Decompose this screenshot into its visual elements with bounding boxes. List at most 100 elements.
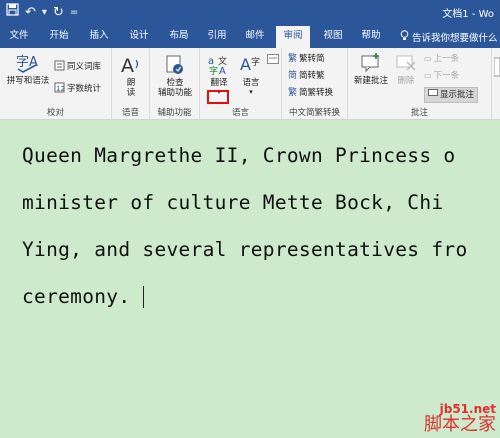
language-dropdown-icon[interactable]: ▾ xyxy=(236,88,266,96)
group-chinese-conversion: 繁 繁转简 简 简转繁 繁 简繁转换 中文简繁转换 xyxy=(282,48,348,120)
show-comments-icon xyxy=(428,89,438,101)
delete-comment-icon xyxy=(395,52,417,74)
svg-text:A: A xyxy=(121,55,134,76)
check-accessibility-label-2: 辅助功能 xyxy=(157,88,192,98)
undo-dropdown-icon[interactable]: ▾ xyxy=(42,4,47,22)
tab-help[interactable]: 帮助 xyxy=(356,28,386,48)
new-comment-button[interactable]: 新建批注 xyxy=(350,52,392,86)
traditional-icon: 繁 xyxy=(288,54,298,64)
simplified-icon: 简 xyxy=(288,71,298,81)
thesaurus-icon xyxy=(54,60,65,74)
word-count-label: 字数统计 xyxy=(67,84,102,94)
next-comment-icon: ▭ xyxy=(424,71,432,80)
track-changes-partial-icon[interactable] xyxy=(493,56,500,81)
new-comment-icon xyxy=(359,52,383,74)
previous-comment-icon: ▭ xyxy=(424,54,432,63)
simplified-to-traditional-button[interactable]: 简 简转繁 xyxy=(288,71,325,81)
check-accessibility-label-1: 检查 xyxy=(166,78,184,88)
group-label-language: 语言 xyxy=(231,108,249,118)
document-title: 文档1 - Wo xyxy=(442,9,494,20)
conversion-label: 简繁转换 xyxy=(299,88,334,98)
doc-line-3[interactable]: Ying, and several representatives fro xyxy=(22,238,467,261)
tab-file[interactable]: 文件 xyxy=(4,28,34,48)
lightbulb-icon xyxy=(400,30,409,44)
text-caret xyxy=(143,286,144,308)
tab-design[interactable]: 设计 xyxy=(124,28,154,48)
group-comments: 新建批注 删除 ▭ 上一条 ▭ 下一条 显示批注 批注 xyxy=(348,48,492,120)
doc-line-1[interactable]: Queen Margrethe II, Crown Princess o xyxy=(22,144,455,167)
group-accessibility: 检查 辅助功能 辅助功能 xyxy=(150,48,200,120)
svg-text:A: A xyxy=(219,66,226,76)
next-comment-label: 下一条 xyxy=(433,71,460,81)
tab-home[interactable]: 开始 xyxy=(44,28,74,48)
language-button[interactable]: A字 语言 ▾ xyxy=(236,54,266,96)
group-language: a文字A 翻译 ▾ A字 语言 ▾ 语言 xyxy=(200,48,282,120)
svg-text:字: 字 xyxy=(251,56,260,68)
tab-review[interactable]: 审阅 xyxy=(276,26,310,48)
conversion-button[interactable]: 繁 简繁转换 xyxy=(288,88,333,98)
language-icon: A字 xyxy=(239,54,263,76)
tab-references[interactable]: 引用 xyxy=(202,28,232,48)
quick-access-toolbar: ↶ ▾ ↻ = xyxy=(6,3,78,22)
delete-comment-label: 删除 xyxy=(397,76,415,86)
title-bar: ↶ ▾ ↻ = 文档1 - Wo xyxy=(0,0,500,24)
spelling-icon: 字A xyxy=(14,52,42,74)
read-aloud-label-1: 朗 xyxy=(126,78,136,88)
group-label-chinese-conversion: 中文简繁转换 xyxy=(288,108,340,118)
translate-icon: a文字A xyxy=(207,54,231,77)
group-label-speech: 语音 xyxy=(121,108,139,118)
accessibility-check-icon xyxy=(164,54,186,76)
previous-comment-button[interactable]: ▭ 上一条 xyxy=(424,54,459,64)
customize-qat-icon[interactable]: = xyxy=(70,4,78,22)
spelling-label: 拼写和语法 xyxy=(6,76,50,86)
thesaurus-button[interactable]: 同义词库 xyxy=(54,60,101,74)
ribbon-review: 字A 拼写和语法 同义词库 123 字数统计 校对 A 朗 读 语音 xyxy=(0,48,500,120)
doc-line-4[interactable]: ceremony. xyxy=(22,285,130,308)
group-label-accessibility: 辅助功能 xyxy=(157,108,192,118)
show-comments-label: 显示批注 xyxy=(440,90,475,100)
tell-me-search[interactable]: 告诉我你想要做什么 xyxy=(400,30,498,44)
group-proofing: 字A 拼写和语法 同义词库 123 字数统计 校对 xyxy=(0,48,112,120)
highlight-box xyxy=(207,90,229,104)
group-speech: A 朗 读 语音 xyxy=(112,48,150,120)
svg-text:字: 字 xyxy=(209,65,218,76)
tab-view[interactable]: 视图 xyxy=(318,28,348,48)
word-count-icon: 123 xyxy=(54,82,69,96)
redo-icon[interactable]: ↻ xyxy=(53,4,64,22)
check-accessibility-button[interactable]: 检查 辅助功能 xyxy=(152,54,198,98)
traditional-to-simplified-label: 繁转简 xyxy=(299,54,325,64)
traditional-to-simplified-button[interactable]: 繁 繁转简 xyxy=(288,54,325,64)
conversion-icon: 繁 xyxy=(288,88,298,98)
delete-comment-button[interactable]: 删除 xyxy=(392,52,420,86)
show-comments-button[interactable]: 显示批注 xyxy=(424,87,479,103)
simplified-to-traditional-label: 简转繁 xyxy=(299,71,325,81)
spelling-grammar-button[interactable]: 字A 拼写和语法 xyxy=(4,52,52,86)
tab-layout[interactable]: 布局 xyxy=(164,28,194,48)
read-aloud-icon: A xyxy=(120,54,142,77)
svg-text:a: a xyxy=(208,56,214,67)
tab-insert[interactable]: 插入 xyxy=(84,28,114,48)
document-area[interactable]: Queen Margrethe II, Crown Princess o min… xyxy=(0,120,500,438)
language-options-icon xyxy=(267,54,279,67)
new-comment-label: 新建批注 xyxy=(353,76,388,86)
read-aloud-label-2: 读 xyxy=(126,88,136,98)
language-options-button[interactable] xyxy=(266,54,280,67)
svg-text:A: A xyxy=(240,55,251,74)
group-label-comments: 批注 xyxy=(410,108,428,118)
ribbon-tabs: 文件 开始 插入 设计 布局 引用 邮件 审阅 视图 帮助 告诉我你想要做什么 xyxy=(0,24,500,48)
doc-line-2[interactable]: minister of culture Mette Bock, Chi xyxy=(22,191,443,214)
undo-icon[interactable]: ↶ xyxy=(25,4,36,22)
group-label-proofing: 校对 xyxy=(46,108,64,118)
tell-me-text: 告诉我你想要做什么 xyxy=(412,33,498,44)
save-icon[interactable] xyxy=(6,3,19,22)
watermark-brand: 脚本之家 xyxy=(424,414,496,435)
svg-text:字A: 字A xyxy=(16,55,38,70)
svg-text:123: 123 xyxy=(56,85,65,93)
tab-mailings[interactable]: 邮件 xyxy=(240,28,270,48)
language-label: 语言 xyxy=(242,78,260,88)
thesaurus-label: 同义词库 xyxy=(67,62,102,72)
translate-label: 翻译 xyxy=(210,78,228,88)
next-comment-button[interactable]: ▭ 下一条 xyxy=(424,71,459,81)
word-count-button[interactable]: 123 字数统计 xyxy=(54,82,101,96)
read-aloud-button[interactable]: A 朗 读 xyxy=(118,54,144,98)
